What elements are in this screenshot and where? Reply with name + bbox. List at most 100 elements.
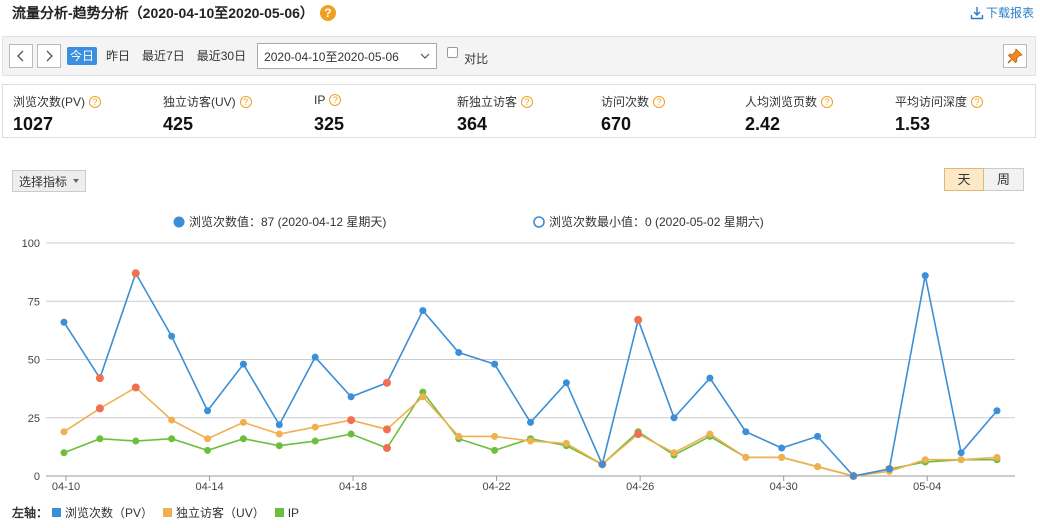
data-point[interactable] <box>275 430 283 438</box>
data-point[interactable] <box>60 449 68 457</box>
data-point[interactable] <box>562 379 570 387</box>
data-point[interactable] <box>742 453 750 461</box>
metric-value: 1.53 <box>895 114 931 134</box>
data-point[interactable] <box>993 453 1001 461</box>
range-last-30-days[interactable]: 最近30日 <box>194 47 249 65</box>
question-icon[interactable]: ? <box>653 95 666 108</box>
data-point[interactable] <box>419 393 427 401</box>
data-point[interactable] <box>311 353 319 361</box>
data-point[interactable] <box>778 453 786 461</box>
question-icon[interactable]: ? <box>521 95 534 108</box>
range-yesterday[interactable]: 昨日 <box>103 47 133 65</box>
prev-button[interactable] <box>9 44 33 68</box>
data-point[interactable] <box>706 374 714 382</box>
help-icon[interactable]: ? <box>319 5 336 21</box>
data-point[interactable] <box>419 307 427 315</box>
data-point[interactable] <box>239 360 247 368</box>
data-point[interactable] <box>778 444 786 452</box>
compare-checkbox[interactable] <box>447 46 459 58</box>
data-point[interactable] <box>993 407 1001 415</box>
download-report-button[interactable]: 下载报表 <box>970 4 1034 21</box>
data-point[interactable] <box>60 428 68 436</box>
select-metric-dropdown[interactable]: 选择指标 <box>12 170 87 192</box>
data-point[interactable] <box>168 416 176 424</box>
data-point[interactable] <box>527 437 534 445</box>
data-point[interactable] <box>885 465 893 473</box>
data-point[interactable] <box>95 374 104 383</box>
data-point[interactable] <box>491 432 499 440</box>
data-point[interactable] <box>239 418 247 426</box>
toolbar: 今日 昨日 最近7日 最近30日 2020-04-10至2020-05-06 对… <box>2 36 1036 76</box>
data-point[interactable] <box>347 393 355 401</box>
data-point[interactable] <box>382 378 391 387</box>
data-point[interactable] <box>957 456 965 464</box>
data-point[interactable] <box>95 404 104 413</box>
data-point[interactable] <box>670 449 678 457</box>
metric-value: 325 <box>314 114 345 134</box>
data-point[interactable] <box>311 437 319 445</box>
data-point[interactable] <box>455 432 463 440</box>
data-point[interactable] <box>634 430 643 439</box>
legend-item-uv[interactable]: 独立访客（UV） <box>163 504 265 521</box>
data-point[interactable] <box>96 435 104 443</box>
data-point[interactable] <box>347 416 356 425</box>
data-point[interactable] <box>491 446 499 454</box>
data-point[interactable] <box>311 423 319 431</box>
series-line <box>63 386 998 477</box>
data-point[interactable] <box>168 435 176 443</box>
data-point[interactable] <box>204 446 212 454</box>
compare-toggle[interactable]: 对比 <box>447 46 488 67</box>
data-point[interactable] <box>957 449 965 457</box>
data-point[interactable] <box>562 439 570 447</box>
question-icon[interactable]: ? <box>329 94 342 106</box>
data-point[interactable] <box>742 428 750 436</box>
question-icon[interactable]: ? <box>89 95 102 108</box>
data-point[interactable] <box>275 442 283 450</box>
data-point[interactable] <box>168 332 176 340</box>
data-point[interactable] <box>598 460 606 468</box>
data-point[interactable] <box>204 435 212 443</box>
pin-button[interactable] <box>1003 44 1027 68</box>
data-point[interactable] <box>239 435 247 443</box>
data-point[interactable] <box>60 318 68 326</box>
chevron-left-icon <box>17 50 24 62</box>
period-toggle: 天 周 <box>944 168 1024 191</box>
y-tick-label: 100 <box>22 238 40 250</box>
data-point[interactable] <box>347 430 355 438</box>
data-point[interactable] <box>131 383 140 392</box>
data-point[interactable] <box>382 444 391 453</box>
question-icon[interactable]: ? <box>971 95 984 108</box>
data-point[interactable] <box>131 269 140 278</box>
period-day-button[interactable]: 天 <box>944 168 984 191</box>
question-icon[interactable]: ? <box>821 95 834 108</box>
compare-label: 对比 <box>464 51 489 66</box>
period-week-button[interactable]: 周 <box>984 168 1024 191</box>
legend-item-pv[interactable]: 浏览次数（PV） <box>52 504 153 521</box>
y-tick-label: 0 <box>34 471 40 483</box>
data-point[interactable] <box>921 456 929 464</box>
data-point[interactable] <box>275 421 283 429</box>
data-point[interactable] <box>814 432 822 440</box>
data-point[interactable] <box>706 430 714 438</box>
data-point[interactable] <box>132 437 140 445</box>
data-point[interactable] <box>634 315 643 324</box>
data-point[interactable] <box>670 414 678 422</box>
x-axis: 04-10 04-14 04-18 04-22 04-26 04-30 05-04 <box>52 476 941 493</box>
question-icon[interactable]: ? <box>239 95 252 108</box>
range-today[interactable]: 今日 <box>67 47 98 65</box>
data-point[interactable] <box>527 418 534 426</box>
x-tick-label: 04-30 <box>770 481 798 493</box>
data-point[interactable] <box>814 463 822 471</box>
data-point[interactable] <box>382 425 391 434</box>
date-range-select[interactable]: 2020-04-10至2020-05-06 <box>257 43 438 69</box>
data-point[interactable] <box>849 472 857 480</box>
range-last-7-days[interactable]: 最近7日 <box>139 47 188 65</box>
legend-max-marker <box>173 216 185 228</box>
data-point[interactable] <box>491 360 499 368</box>
data-point[interactable] <box>921 272 929 280</box>
series-line <box>63 271 998 477</box>
data-point[interactable] <box>204 407 212 415</box>
legend-item-ip[interactable]: IP <box>274 506 299 520</box>
next-button[interactable] <box>37 44 61 68</box>
data-point[interactable] <box>455 349 463 357</box>
